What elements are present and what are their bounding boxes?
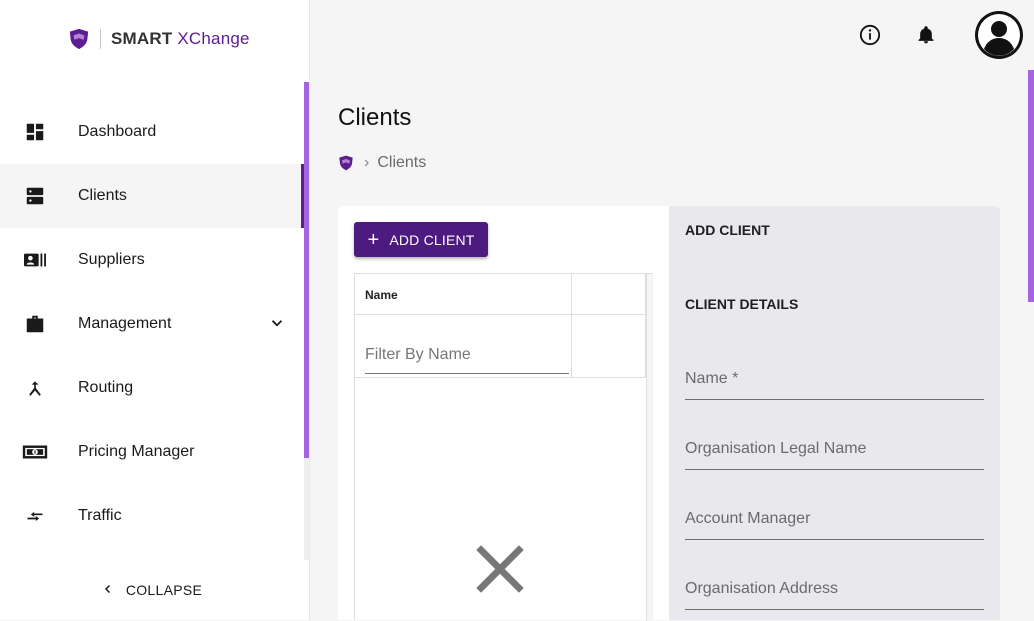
no-data-icon [463, 532, 537, 611]
bell-icon[interactable] [914, 23, 938, 47]
add-client-label: ADD CLIENT [389, 231, 475, 248]
clients-table: Name Filter By Name [354, 273, 653, 621]
sidebar-item-label: Traffic [78, 507, 122, 524]
sidebar-item-management[interactable]: Management [0, 292, 304, 356]
name-field[interactable]: Name * [685, 364, 984, 400]
sidebar-item-pricing-manager[interactable]: Pricing Manager [0, 420, 304, 484]
info-icon[interactable] [858, 23, 882, 47]
page-scrollbar-thumb[interactable] [1028, 70, 1034, 302]
shield-logo-icon [69, 28, 89, 50]
collapse-label: COLLAPSE [125, 582, 203, 598]
sidebar-item-traffic[interactable]: Traffic [0, 484, 304, 548]
sidebar-item-label: Management [78, 315, 172, 332]
sidebar-item-clients[interactable]: Clients [0, 164, 304, 228]
money-icon [22, 439, 48, 465]
add-client-title: ADD CLIENT [685, 222, 770, 238]
account-manager-field[interactable]: Account Manager [685, 504, 984, 540]
routing-icon [22, 375, 48, 401]
briefcase-icon [22, 311, 48, 337]
clients-icon [22, 183, 48, 209]
logo-divider [100, 29, 101, 49]
header-actions [858, 10, 1024, 60]
suppliers-icon [22, 247, 48, 273]
sidebar-item-suppliers[interactable]: Suppliers [0, 228, 304, 292]
sidebar-item-label: Clients [78, 187, 127, 204]
sidebar-item-label: Pricing Manager [78, 443, 195, 460]
add-client-panel: ADD CLIENT CLIENT DETAILS Name * Organis… [669, 206, 1000, 620]
client-details-heading: CLIENT DETAILS [685, 296, 799, 312]
clients-list-panel: + ADD CLIENT Name Filter By Name [338, 206, 669, 621]
chevron-down-icon[interactable] [268, 314, 286, 337]
sidebar-item-label: Routing [78, 379, 134, 396]
sidebar: SMART XChange Dashboard Clients Supplier… [0, 0, 310, 620]
organisation-legal-name-field[interactable]: Organisation Legal Name [685, 434, 984, 470]
sidebar-item-dashboard[interactable]: Dashboard [0, 100, 304, 164]
collapse-button[interactable]: COLLAPSE [0, 572, 304, 608]
traffic-icon [22, 503, 48, 529]
sidebar-scrollbar-thumb[interactable] [304, 82, 309, 458]
app-logo[interactable]: SMART XChange [68, 28, 250, 50]
sidebar-item-label: Dashboard [78, 123, 157, 140]
column-header-name[interactable]: Name [365, 288, 398, 302]
filter-row: Filter By Name [355, 315, 646, 378]
plus-icon: + [367, 228, 380, 251]
table-header: Name [355, 274, 646, 315]
page-title: Clients [338, 104, 412, 131]
chevron-left-icon [102, 582, 114, 598]
sidebar-item-routing[interactable]: Routing [0, 356, 304, 420]
organisation-address-field[interactable]: Organisation Address [685, 574, 984, 610]
home-shield-icon[interactable] [338, 155, 354, 171]
avatar-icon[interactable] [974, 10, 1024, 60]
breadcrumb: › Clients [338, 154, 426, 172]
brand-name: SMART XChange [111, 29, 250, 48]
dashboard-icon [22, 119, 48, 145]
sidebar-item-label: Suppliers [78, 251, 145, 268]
table-scrollbar[interactable] [646, 274, 653, 621]
filter-by-name-input[interactable]: Filter By Name [365, 345, 569, 374]
sidebar-scrollbar-track[interactable] [304, 458, 309, 560]
breadcrumb-current: Clients [377, 154, 427, 171]
breadcrumb-separator: › [364, 154, 370, 171]
sidebar-nav: Dashboard Clients Suppliers Management R… [0, 100, 304, 548]
add-client-button[interactable]: + ADD CLIENT [354, 222, 488, 257]
